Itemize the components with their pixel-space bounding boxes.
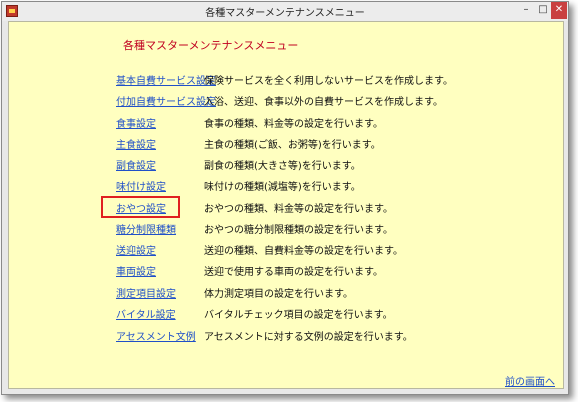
window-title: 各種マスターメンテナンスメニュー <box>205 8 365 19</box>
menu-link-staple-food[interactable]: 主食設定 <box>116 136 156 151</box>
menu-link-sugar-restriction[interactable]: 糖分制限種類 <box>116 221 176 236</box>
menu-description: 入浴、送迎、食事以外の自費サービスを作成します。 <box>204 97 443 108</box>
menu-panel: 各種マスターメンテナンスメニュー 基本自費サービス設定 保険サービスを全く利用し… <box>8 21 564 389</box>
menu-row-sugar-restriction: 糖分制限種類 おやつの糖分制限種類の設定を行います。 <box>9 221 563 236</box>
menu-row-side-dish: 副食設定 副食の種類(大きさ等)を行います。 <box>9 157 563 172</box>
menu-link-transport[interactable]: 送迎設定 <box>116 242 156 257</box>
menu-description: 主食の種類(ご飯、お粥等)を行います。 <box>204 140 381 151</box>
menu-row-snack: おやつ設定 おやつの種類、料金等の設定を行います。 <box>9 200 563 215</box>
menu-description: 送迎の種類、自費料金等の設定を行います。 <box>204 246 403 257</box>
menu-row-basic-self-pay: 基本自費サービス設定 保険サービスを全く利用しないサービスを作成します。 <box>9 72 563 87</box>
menu-row-additional-self-pay: 付加自費サービス設定 入浴、送迎、食事以外の自費サービスを作成します。 <box>9 93 563 108</box>
menu-description: 送迎で使用する車両の設定を行います。 <box>204 267 383 278</box>
minimize-button[interactable]: – <box>517 2 535 19</box>
back-link[interactable]: 前の画面へ <box>505 373 555 388</box>
menu-description: 味付けの種類(減塩等)を行います。 <box>204 182 361 193</box>
title-bar[interactable]: 各種マスターメンテナンスメニュー – □ ✕ <box>2 2 568 21</box>
selection-highlight-box <box>101 196 180 218</box>
menu-description: おやつの種類、料金等の設定を行います。 <box>204 204 393 215</box>
menu-description: おやつの糖分制限種類の設定を行います。 <box>204 225 393 236</box>
close-button[interactable]: ✕ <box>551 2 567 19</box>
maximize-button[interactable]: □ <box>535 2 551 19</box>
menu-row-transport: 送迎設定 送迎の種類、自費料金等の設定を行います。 <box>9 242 563 257</box>
menu-description: 保険サービスを全く利用しないサービスを作成します。 <box>204 76 453 87</box>
menu-description: 副食の種類(大きさ等)を行います。 <box>204 161 361 172</box>
menu-link-vital[interactable]: バイタル設定 <box>116 306 176 321</box>
menu-description: 体力測定項目の設定を行います。 <box>204 289 353 300</box>
menu-row-staple-food: 主食設定 主食の種類(ご飯、お粥等)を行います。 <box>9 136 563 151</box>
page-title: 各種マスターメンテナンスメニュー <box>123 39 299 52</box>
menu-description: アセスメントに対する文例の設定を行います。 <box>204 332 413 343</box>
menu-row-seasoning: 味付け設定 味付けの種類(減塩等)を行います。 <box>9 178 563 193</box>
menu-description: バイタルチェック項目の設定を行います。 <box>204 310 393 321</box>
menu-link-assessment[interactable]: アセスメント文例 <box>116 328 196 343</box>
menu-row-measurement: 測定項目設定 体力測定項目の設定を行います。 <box>9 285 563 300</box>
app-window: 各種マスターメンテナンスメニュー – □ ✕ 各種マスターメンテナンスメニュー … <box>1 1 569 395</box>
menu-link-meal[interactable]: 食事設定 <box>116 115 156 130</box>
menu-row-vital: バイタル設定 バイタルチェック項目の設定を行います。 <box>9 306 563 321</box>
menu-link-vehicle[interactable]: 車両設定 <box>116 263 156 278</box>
menu-link-measurement[interactable]: 測定項目設定 <box>116 285 176 300</box>
menu-link-side-dish[interactable]: 副食設定 <box>116 157 156 172</box>
menu-row-meal: 食事設定 食事の種類、料金等の設定を行います。 <box>9 115 563 130</box>
menu-row-assessment: アセスメント文例 アセスメントに対する文例の設定を行います。 <box>9 328 563 343</box>
menu-link-seasoning[interactable]: 味付け設定 <box>116 178 166 193</box>
menu-link-additional-self-pay[interactable]: 付加自費サービス設定 <box>116 93 216 108</box>
menu-link-basic-self-pay[interactable]: 基本自費サービス設定 <box>116 72 216 87</box>
menu-row-vehicle: 車両設定 送迎で使用する車両の設定を行います。 <box>9 263 563 278</box>
menu-description: 食事の種類、料金等の設定を行います。 <box>204 119 383 130</box>
